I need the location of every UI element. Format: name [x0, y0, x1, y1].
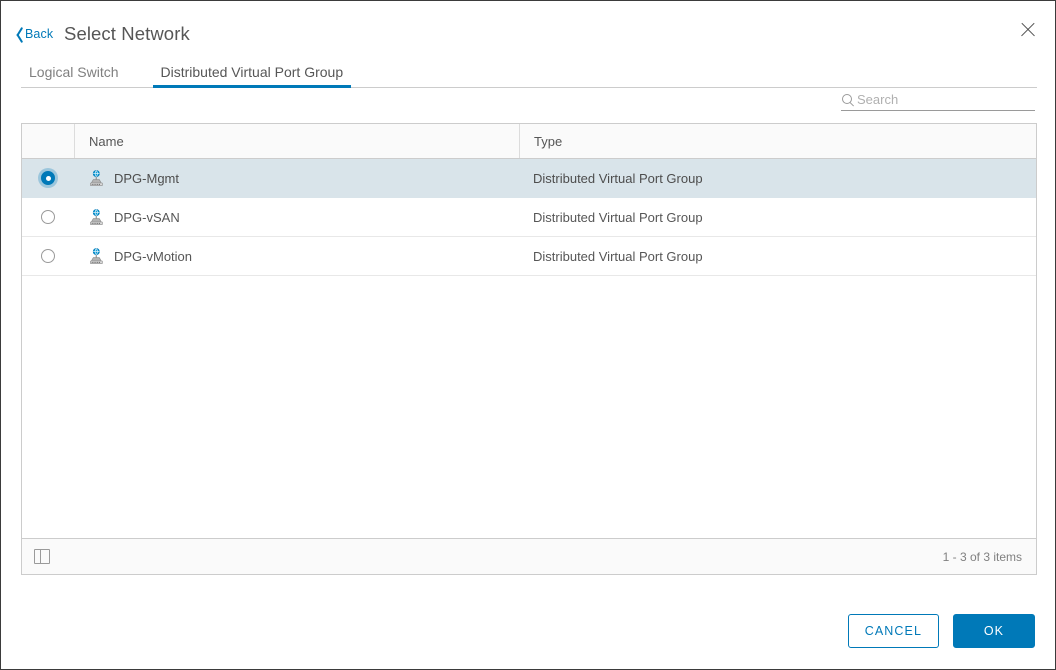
row-name-label: DPG-vMotion	[114, 249, 192, 264]
search-box	[841, 89, 1035, 111]
network-table: Name Type	[21, 123, 1037, 575]
row-type-label: Distributed Virtual Port Group	[533, 210, 703, 225]
row-type-label: Distributed Virtual Port Group	[533, 249, 703, 264]
table-row[interactable]: DPG-vMotion Distributed Virtual Port Gro…	[22, 237, 1036, 276]
row-radio-button[interactable]	[41, 210, 55, 224]
dialog-actions: CANCEL OK	[848, 614, 1035, 648]
row-type-label: Distributed Virtual Port Group	[533, 171, 703, 186]
row-radio-button[interactable]	[41, 249, 55, 263]
row-name-label: DPG-Mgmt	[114, 171, 179, 186]
table-row[interactable]: DPG-Mgmt Distributed Virtual Port Group	[22, 159, 1036, 198]
port-group-icon	[88, 248, 105, 265]
header-label-type: Type	[534, 134, 562, 149]
back-button-label: Back	[25, 27, 53, 41]
header-cell-select	[22, 124, 74, 158]
header-label-name: Name	[89, 134, 124, 149]
row-name-label: DPG-vSAN	[114, 210, 180, 225]
cancel-button[interactable]: CANCEL	[848, 614, 939, 648]
table-row[interactable]: DPG-vSAN Distributed Virtual Port Group	[22, 198, 1036, 237]
table-body: DPG-Mgmt Distributed Virtual Port Group	[22, 159, 1036, 538]
tab-logical-switch[interactable]: Logical Switch	[21, 64, 127, 87]
close-icon[interactable]	[1013, 15, 1043, 45]
row-name-cell: DPG-vSAN	[74, 198, 519, 236]
select-network-dialog: Back Select Network Logical Switch Distr…	[0, 0, 1056, 670]
chevron-left-icon	[11, 26, 23, 42]
row-name-cell: DPG-vMotion	[74, 237, 519, 275]
row-type-cell: Distributed Virtual Port Group	[519, 237, 1036, 275]
search-input[interactable]	[857, 92, 1035, 107]
item-count-label: 1 - 3 of 3 items	[943, 550, 1022, 564]
table-footer: 1 - 3 of 3 items	[22, 538, 1036, 574]
row-name-cell: DPG-Mgmt	[74, 159, 519, 197]
header-cell-type[interactable]: Type	[519, 124, 1036, 158]
dialog-header: Back Select Network	[1, 1, 1055, 57]
page-title: Select Network	[64, 23, 190, 45]
ok-button[interactable]: OK	[953, 614, 1035, 648]
header-cell-name[interactable]: Name	[74, 124, 519, 158]
search-icon	[841, 93, 855, 107]
tab-bar: Logical Switch Distributed Virtual Port …	[21, 58, 1037, 88]
row-radio-button[interactable]	[41, 171, 55, 185]
row-type-cell: Distributed Virtual Port Group	[519, 198, 1036, 236]
row-select-cell	[22, 159, 74, 197]
row-type-cell: Distributed Virtual Port Group	[519, 159, 1036, 197]
port-group-icon	[88, 209, 105, 226]
tab-distributed-virtual-port-group[interactable]: Distributed Virtual Port Group	[153, 64, 352, 87]
back-button[interactable]: Back	[11, 26, 53, 42]
row-select-cell	[22, 198, 74, 236]
table-header-row: Name Type	[22, 124, 1036, 159]
port-group-icon	[88, 170, 105, 187]
row-select-cell	[22, 237, 74, 275]
columns-toggle-icon[interactable]	[34, 549, 50, 564]
